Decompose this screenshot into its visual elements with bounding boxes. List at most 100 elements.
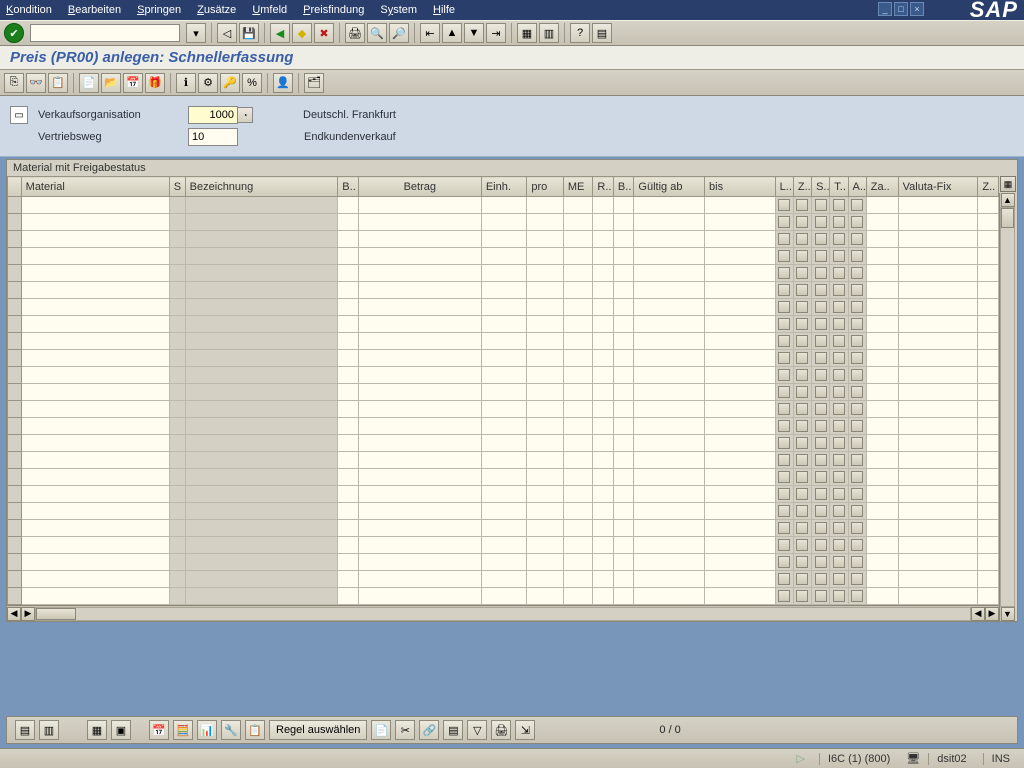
hscroll-track[interactable] [35,607,971,621]
col-gueltigab[interactable]: Gültig ab [634,177,705,197]
rule-select-button[interactable]: Regel auswählen [269,720,367,740]
hscroll-left-icon[interactable]: ◀ [7,607,21,621]
foot-btn-5[interactable]: 📅 [149,720,169,740]
prev-page-icon[interactable]: ▲ [442,23,462,43]
app-btn-2[interactable]: 👓 [26,73,46,93]
app-btn-3[interactable]: 📋 [48,73,68,93]
hscroll-right-icon[interactable]: ▶ [21,607,35,621]
back-icon[interactable]: ◀ [270,23,290,43]
cancel-icon[interactable]: ✖ [314,23,334,43]
app-btn-8[interactable]: ℹ [176,73,196,93]
foot-btn-8[interactable]: 🔧 [221,720,241,740]
foot-btn-14[interactable]: ▽ [467,720,487,740]
layout-icon[interactable]: ▤ [592,23,612,43]
table-row[interactable] [8,350,999,367]
foot-btn-6[interactable]: 🧮 [173,720,193,740]
app-btn-10[interactable]: 🔑 [220,73,240,93]
app-btn-1[interactable]: ⎘ [4,73,24,93]
foot-btn-3[interactable]: ▦ [87,720,107,740]
enter-button[interactable]: ✔ [4,23,24,43]
first-page-icon[interactable]: ⇤ [420,23,440,43]
foot-btn-10[interactable]: 📄 [371,720,391,740]
col-b2[interactable]: B.. [613,177,634,197]
col-einh[interactable]: Einh. [481,177,527,197]
exit-icon[interactable]: ◆ [292,23,312,43]
table-row[interactable] [8,384,999,401]
foot-btn-9[interactable]: 📋 [245,720,265,740]
table-row[interactable] [8,554,999,571]
table-row[interactable] [8,486,999,503]
document-icon[interactable]: ▭ [10,106,28,124]
app-btn-11[interactable]: % [242,73,262,93]
save-icon[interactable]: 💾 [239,23,259,43]
foot-btn-16[interactable]: ⇲ [515,720,535,740]
table-row[interactable] [8,333,999,350]
maximize-icon[interactable]: □ [894,2,908,16]
col-l[interactable]: L.. [775,177,793,197]
col-pro[interactable]: pro [527,177,563,197]
vscroll-thumb[interactable] [1001,208,1014,228]
table-row[interactable] [8,418,999,435]
menu-hilfe[interactable]: Hilfe [433,4,455,16]
minimize-icon[interactable]: _ [878,2,892,16]
app-btn-4[interactable]: 📄 [79,73,99,93]
table-row[interactable] [8,469,999,486]
channel-input[interactable] [188,128,238,146]
table-row[interactable] [8,214,999,231]
col-s2[interactable]: S.. [812,177,830,197]
foot-btn-13[interactable]: ▤ [443,720,463,740]
table-row[interactable] [8,571,999,588]
menu-preisfindung[interactable]: Preisfindung [303,4,364,16]
print-icon[interactable]: 🖨 [345,23,365,43]
col-z2[interactable]: Z.. [978,177,999,197]
foot-btn-15[interactable]: 🖨 [491,720,511,740]
app-btn-5[interactable]: 📂 [101,73,121,93]
horizontal-scrollbar[interactable]: ◀ ▶ ◀ ▶ [7,605,999,621]
vertical-scrollbar[interactable]: ▲ ▼ [999,193,1015,621]
hscroll-left2-icon[interactable]: ◀ [971,607,985,621]
app-btn-9[interactable]: ⚙ [198,73,218,93]
table-settings-icon[interactable]: ▦ [1000,176,1016,192]
table-row[interactable] [8,248,999,265]
org-input[interactable] [188,106,238,124]
org-f4-icon[interactable]: ◔ [237,107,253,123]
vscroll-up-icon[interactable]: ▲ [1001,193,1015,207]
find-icon[interactable]: 🔍 [367,23,387,43]
shortcut-icon[interactable]: ▥ [539,23,559,43]
prev-icon[interactable]: ◁ [217,23,237,43]
hscroll-thumb[interactable] [36,608,76,620]
vscroll-down-icon[interactable]: ▼ [1001,607,1015,621]
menu-bearbeiten[interactable]: Bearbeiten [68,4,121,16]
col-za[interactable]: Za.. [866,177,898,197]
table-row[interactable] [8,537,999,554]
table-row[interactable] [8,520,999,537]
menu-system[interactable]: System [380,4,417,16]
col-bis[interactable]: bis [705,177,776,197]
table-row[interactable] [8,452,999,469]
app-btn-6[interactable]: 📅 [123,73,143,93]
table-row[interactable] [8,503,999,520]
table-row[interactable] [8,231,999,248]
hscroll-right2-icon[interactable]: ▶ [985,607,999,621]
col-b[interactable]: B.. [338,177,359,197]
col-z[interactable]: Z.. [793,177,811,197]
cmd-dropdown-icon[interactable]: ▾ [186,23,206,43]
new-session-icon[interactable]: ▦ [517,23,537,43]
app-btn-13[interactable]: 🗂 [304,73,324,93]
help-icon[interactable]: ? [570,23,590,43]
vscroll-track[interactable] [1000,207,1015,607]
col-t[interactable]: T.. [830,177,848,197]
table-row[interactable] [8,367,999,384]
menu-zusaetze[interactable]: Zusätze [197,4,236,16]
col-a[interactable]: A.. [848,177,866,197]
last-page-icon[interactable]: ⇥ [486,23,506,43]
find-next-icon[interactable]: 🔎 [389,23,409,43]
col-betrag[interactable]: Betrag [358,177,481,197]
col-r[interactable]: R.. [593,177,614,197]
close-icon[interactable]: × [910,2,924,16]
command-field[interactable] [30,24,180,42]
menu-kondition[interactable]: KKonditionondition [6,4,52,16]
data-grid[interactable]: Material S Bezeichnung B.. Betrag Einh. … [7,176,999,605]
foot-btn-12[interactable]: 🔗 [419,720,439,740]
table-row[interactable] [8,435,999,452]
